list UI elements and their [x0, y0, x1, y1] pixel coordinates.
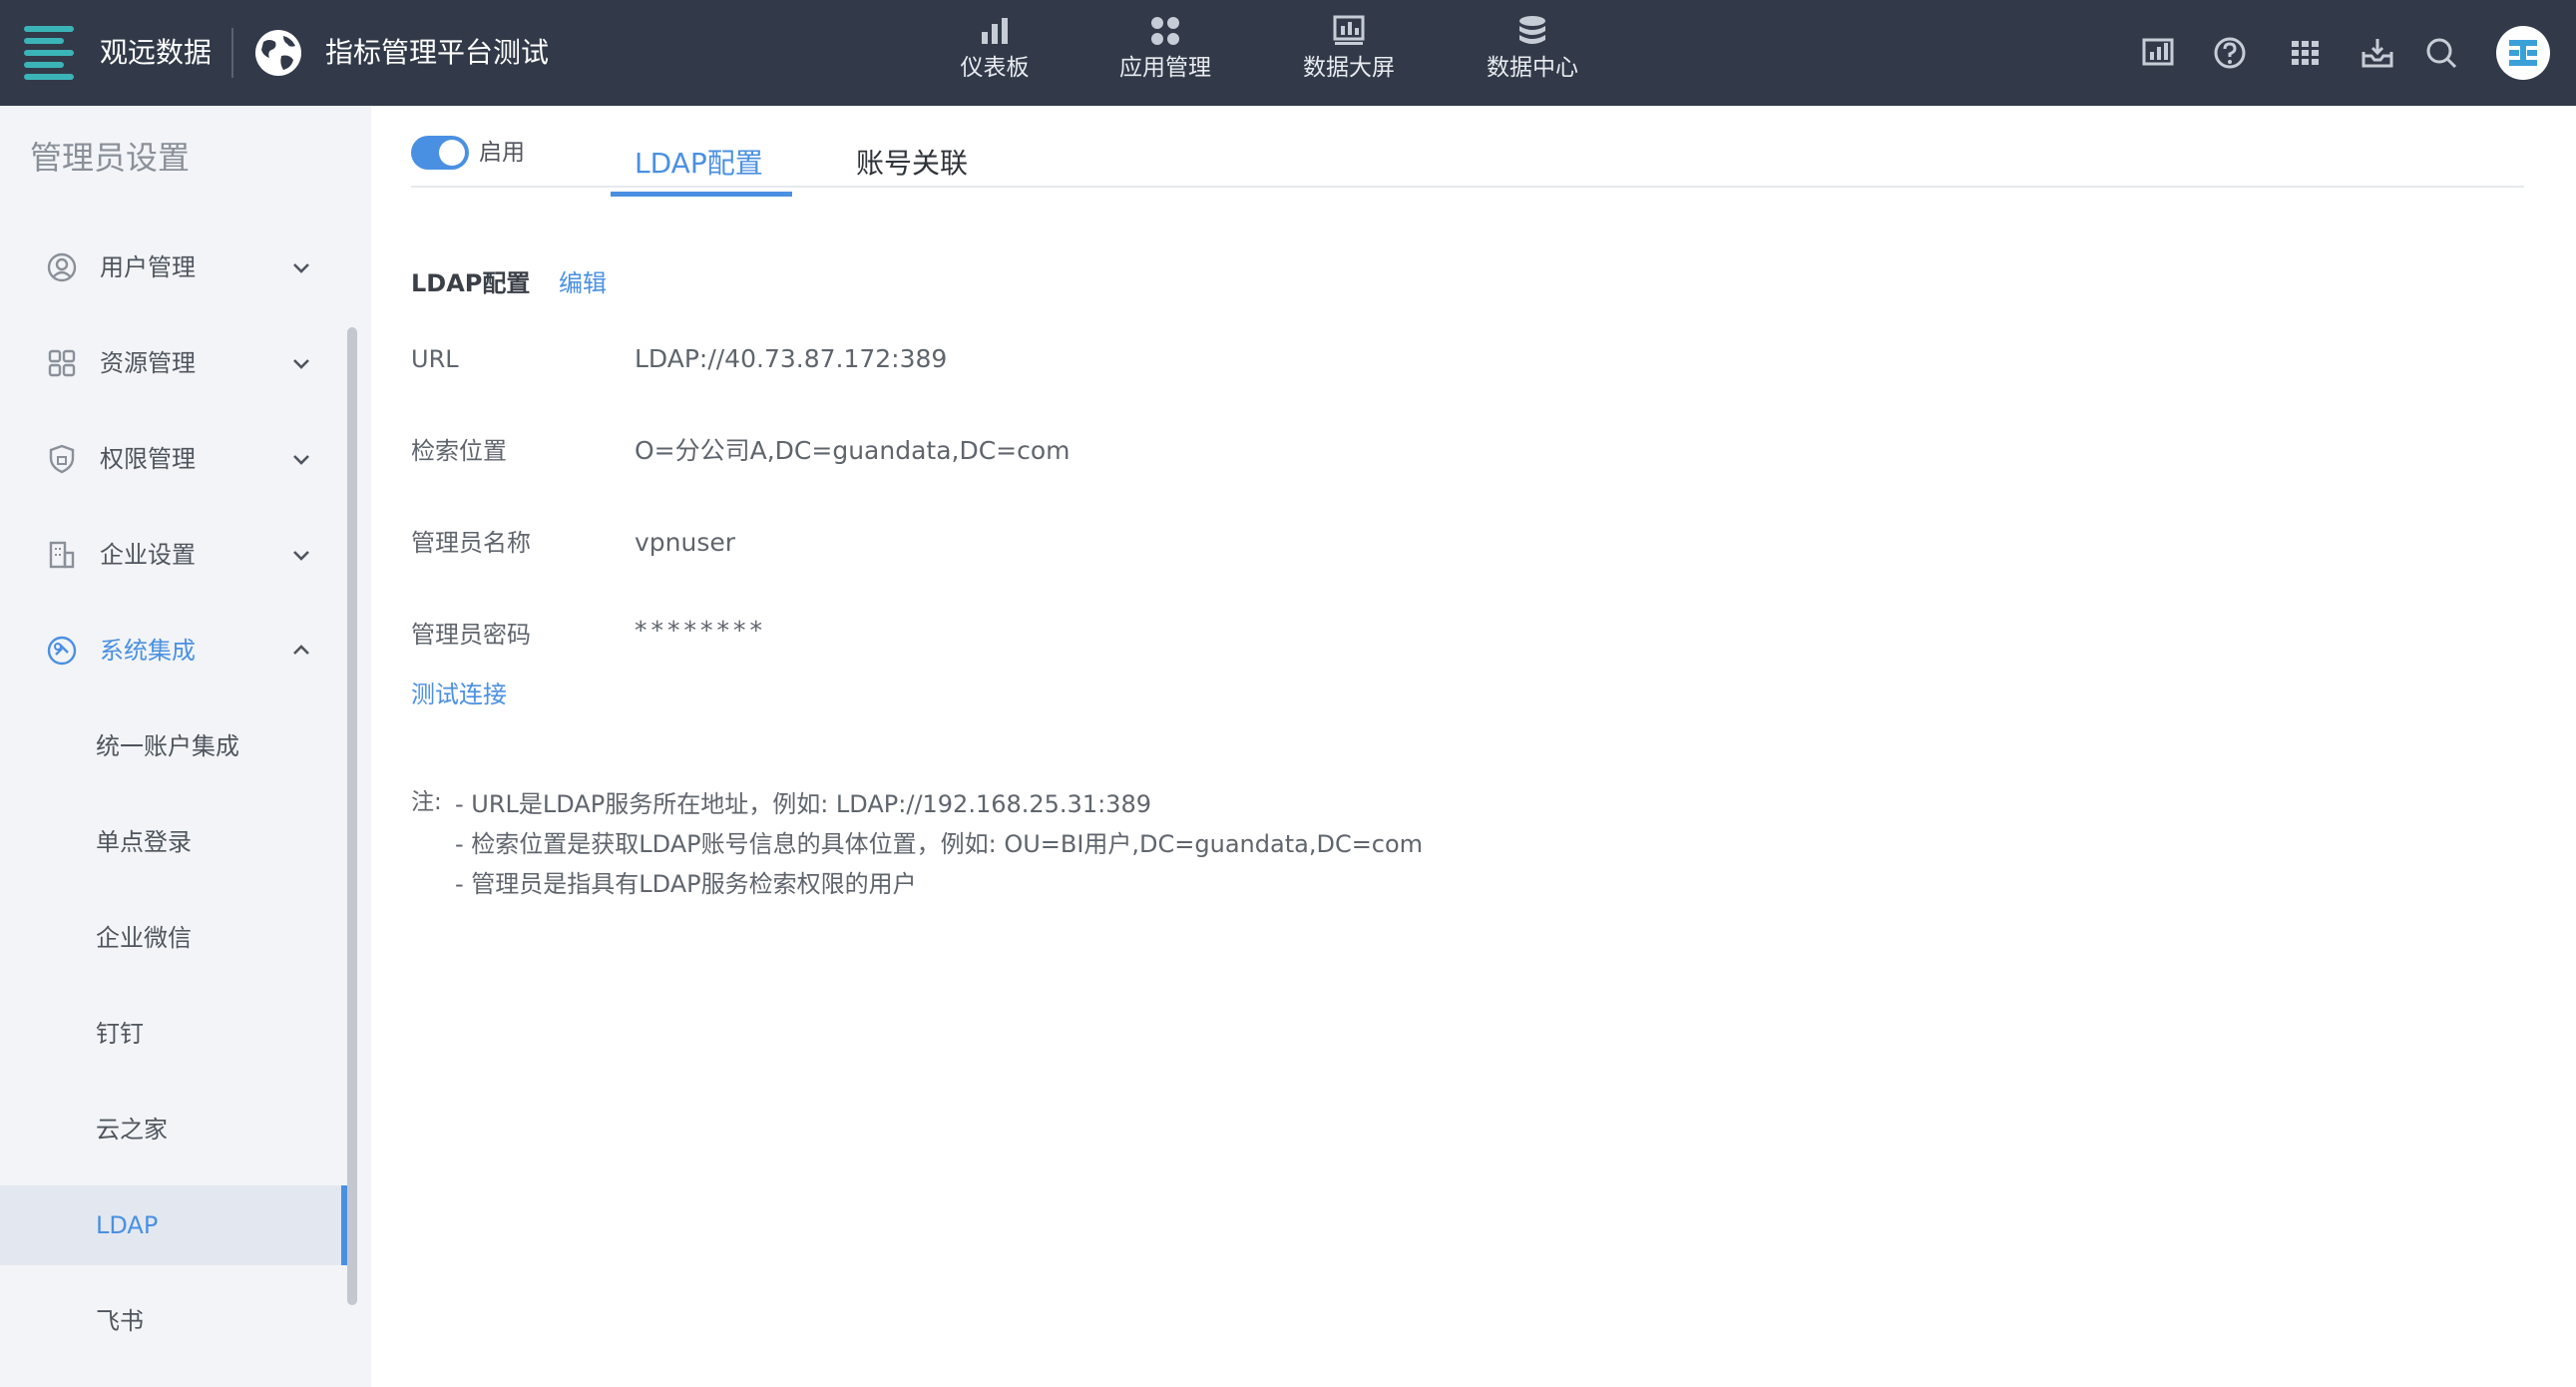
- sidebar-subitem-label: 统一账户集成: [96, 732, 239, 760]
- sidebar-item-label: 权限管理: [100, 445, 196, 473]
- user-icon: [47, 252, 77, 282]
- sidebar-item-resource-management[interactable]: 资源管理: [0, 323, 343, 403]
- nav-app-management-label: 应用管理: [1119, 55, 1211, 81]
- chevron-down-icon: [293, 263, 309, 273]
- note-line: - 管理员是指具有LDAP服务检索权限的用户: [455, 870, 917, 898]
- report-icon[interactable]: [2139, 34, 2177, 72]
- sidebar-subitem-wecom[interactable]: 企业微信: [0, 898, 347, 978]
- nav-dashboard-label: 仪表板: [960, 55, 1030, 81]
- sidebar-item-permission-management[interactable]: 权限管理: [0, 419, 343, 499]
- sidebar-item-user-management[interactable]: 用户管理: [0, 228, 343, 307]
- tab-account-link[interactable]: 账号关联: [856, 142, 968, 186]
- nav-data-center[interactable]: 数据中心: [1485, 14, 1580, 94]
- screen-chart-icon: [1333, 15, 1365, 45]
- edit-link[interactable]: 编辑: [559, 265, 607, 301]
- sidebar-item-label: 企业设置: [100, 541, 196, 569]
- url-value: LDAP://40.73.87.172:389: [635, 344, 948, 373]
- note-prefix: 注:: [411, 789, 442, 815]
- sidebar-subitem-dingtalk[interactable]: 钉钉: [0, 994, 347, 1074]
- main-content: 启用 LDAP配置 账号关联 LDAP配置 编辑 URL LDAP://40.7…: [371, 106, 2576, 1387]
- sidebar-subitem-label: 钉钉: [96, 1020, 144, 1048]
- sidebar-item-label: 用户管理: [100, 253, 196, 281]
- nav-data-screen[interactable]: 数据大屏: [1301, 14, 1397, 94]
- sidebar-item-system-integration[interactable]: 系统集成: [0, 611, 343, 691]
- database-icon: [1519, 16, 1545, 44]
- chevron-down-icon: [293, 551, 309, 561]
- chevron-down-icon: [293, 455, 309, 465]
- sidebar: 管理员设置 用户管理 资源管理 权限管理 企业设置 系统集成 统一账户集成 单点…: [0, 106, 361, 1387]
- brand-name: 观远数据: [100, 36, 213, 69]
- sidebar-subitem-unified-account[interactable]: 统一账户集成: [0, 706, 347, 786]
- sidebar-subitem-label: 企业微信: [96, 924, 192, 952]
- sidebar-subitem-feishu[interactable]: 飞书: [0, 1281, 347, 1361]
- inbox-icon[interactable]: [2359, 34, 2396, 72]
- sidebar-scrollbar[interactable]: [347, 327, 357, 1305]
- tab-divider: [411, 186, 2524, 188]
- app-launcher-icon[interactable]: [2287, 34, 2325, 72]
- bar-chart-icon: [982, 18, 1008, 44]
- section-title: LDAP配置: [411, 269, 531, 297]
- admin-name-label: 管理员名称: [411, 529, 531, 557]
- nav-app-management[interactable]: 应用管理: [1117, 14, 1213, 94]
- admin-password-value: ********: [635, 616, 766, 645]
- avatar-icon: [2509, 40, 2537, 66]
- sidebar-subitem-ldap[interactable]: LDAP: [0, 1185, 347, 1265]
- building-icon: [49, 541, 75, 569]
- project-name[interactable]: 指标管理平台测试: [325, 34, 549, 72]
- avatar[interactable]: [2496, 26, 2550, 80]
- tab-ldap-config[interactable]: LDAP配置: [635, 142, 763, 186]
- toggle-knob: [439, 140, 465, 166]
- sidebar-subitem-label: LDAP: [96, 1211, 159, 1239]
- tab-active-indicator: [611, 192, 792, 197]
- search-base-label: 检索位置: [411, 437, 507, 465]
- note-line: - 检索位置是获取LDAP账号信息的具体位置，例如: OU=BI用户,DC=gu…: [455, 830, 1424, 858]
- test-connection-link[interactable]: 测试连接: [411, 677, 507, 712]
- help-icon[interactable]: [2211, 34, 2249, 72]
- sidebar-item-label: 资源管理: [100, 349, 196, 377]
- shield-icon: [49, 444, 75, 474]
- enable-toggle[interactable]: [411, 136, 469, 170]
- note-line: - URL是LDAP服务所在地址，例如: LDAP://192.168.25.3…: [455, 790, 1151, 818]
- sidebar-item-enterprise-settings[interactable]: 企业设置: [0, 515, 343, 595]
- menu-icon[interactable]: [24, 26, 74, 80]
- admin-name-value: vpnuser: [635, 528, 736, 557]
- url-label: URL: [411, 345, 459, 373]
- sidebar-subitem-sso[interactable]: 单点登录: [0, 802, 347, 882]
- search-base-value: O=分公司A,DC=guandata,DC=com: [635, 436, 1071, 465]
- chevron-up-icon: [293, 645, 309, 655]
- sidebar-subitem-label: 单点登录: [96, 828, 192, 856]
- admin-password-label: 管理员密码: [411, 621, 531, 649]
- top-navigation-bar: 观远数据 指标管理平台测试 仪表板 应用管理 数据大屏 数据中心: [0, 0, 2576, 106]
- nav-data-screen-label: 数据大屏: [1303, 55, 1395, 81]
- resource-icon: [48, 349, 76, 377]
- sidebar-subitem-label: 云之家: [96, 1116, 168, 1144]
- enable-toggle-label: 启用: [479, 140, 525, 166]
- nav-data-center-label: 数据中心: [1487, 55, 1578, 81]
- sidebar-subitem-label: 飞书: [96, 1307, 144, 1335]
- apps-grid-icon: [1151, 17, 1179, 45]
- integration-icon: [47, 636, 77, 666]
- chevron-down-icon: [293, 359, 309, 369]
- sidebar-item-label: 系统集成: [100, 637, 196, 665]
- sidebar-title: 管理员设置: [30, 139, 191, 177]
- nav-dashboard[interactable]: 仪表板: [958, 14, 1032, 94]
- search-icon[interactable]: [2422, 34, 2460, 72]
- sidebar-subitem-yunzhijia[interactable]: 云之家: [0, 1090, 347, 1169]
- globe-icon: [255, 30, 301, 76]
- brand-divider: [231, 28, 233, 78]
